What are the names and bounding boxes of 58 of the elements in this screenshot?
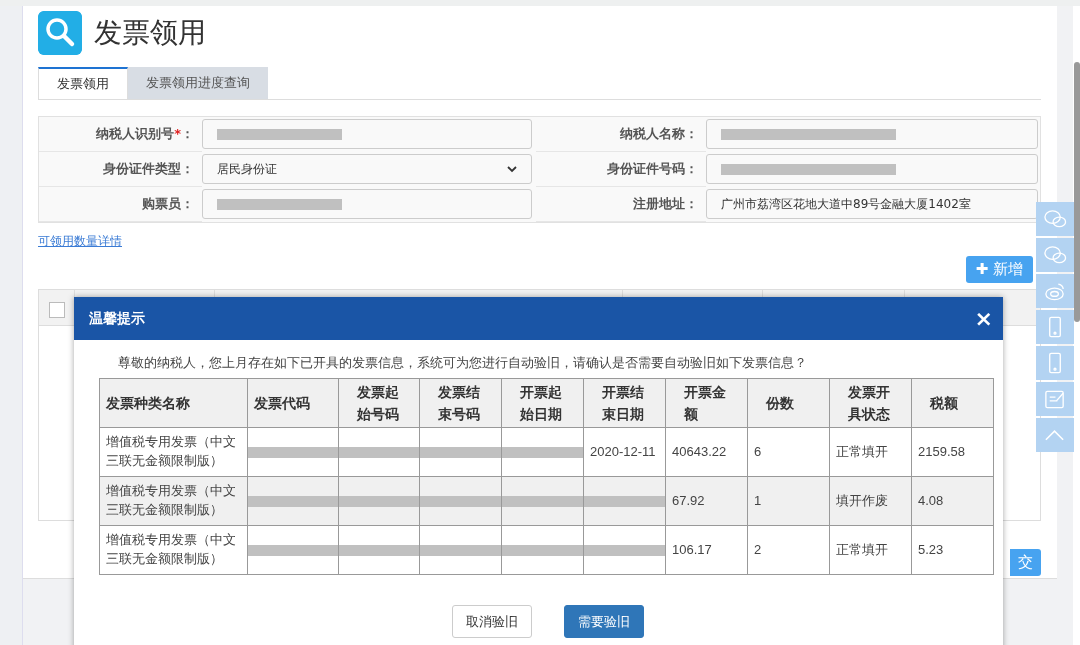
search-icon <box>38 11 82 55</box>
field-label: 注册地址： <box>633 195 698 213</box>
dialog-button[interactable]: 取消验旧 <box>452 605 532 638</box>
phone-icon[interactable] <box>1036 346 1074 380</box>
table-cell-text: 2159.58 <box>918 442 966 461</box>
page-title: 发票领用 <box>94 15 206 51</box>
field-label: 纳税人识别号*： <box>96 125 194 143</box>
column-header: 发票开具状态 <box>847 382 891 424</box>
table-cell-text: 填开作废 <box>836 491 889 510</box>
table-cell-text: 增值税专用发票（中文三联无金额限制版） <box>106 482 237 519</box>
dialog-button[interactable]: 需要验旧 <box>564 605 644 638</box>
table-cell-text: 67.92 <box>672 491 706 510</box>
phone-icon[interactable] <box>1036 310 1074 344</box>
table-cell-text: 6 <box>754 442 763 461</box>
input-field[interactable] <box>202 119 532 149</box>
field-label: 纳税人名称： <box>620 125 698 143</box>
note-icon[interactable] <box>1036 382 1074 416</box>
close-button[interactable]: × <box>974 307 993 330</box>
swirl-icon[interactable] <box>1036 274 1074 308</box>
input-field[interactable]: 广州市荔湾区花地大道中89号金融大厦1402室 <box>706 189 1038 219</box>
field-label: 身份证件号码： <box>607 160 698 178</box>
table-cell-text: 正常填开 <box>836 442 889 461</box>
table-cell-text: 增值税专用发票（中文三联无金额限制版） <box>106 531 237 568</box>
checkbox[interactable] <box>49 302 65 318</box>
tab[interactable]: 发票领用 <box>38 67 128 99</box>
column-header: 发票代码 <box>253 393 311 413</box>
table-cell-text: 1 <box>754 491 763 510</box>
chevron-down-icon <box>507 165 517 173</box>
column-header: 发票结束号码 <box>437 382 481 424</box>
table-cell-text: 增值税专用发票（中文三联无金额限制版） <box>106 433 237 470</box>
field-label: 购票员： <box>142 195 194 213</box>
scrollbar-thumb[interactable] <box>1074 62 1080 322</box>
table-cell-text: 106.17 <box>672 540 713 559</box>
table-cell-text: 5.23 <box>918 540 945 559</box>
table-cell-text: 2 <box>754 540 763 559</box>
column-header: 发票起始号码 <box>356 382 400 424</box>
table-cell-text: 2020-12-11 <box>590 442 657 461</box>
table-cell-text: 40643.22 <box>672 442 728 461</box>
chevron-up-icon[interactable] <box>1036 418 1074 452</box>
dialog-title: 温馨提示 <box>89 309 145 328</box>
chat-icon[interactable] <box>1036 202 1074 236</box>
column-header: 税额 <box>928 393 959 413</box>
input-field[interactable] <box>202 189 532 219</box>
table-cell-text: 4.08 <box>918 491 945 510</box>
chat-icon[interactable] <box>1036 238 1074 272</box>
select-field[interactable]: 居民身份证 <box>202 154 532 184</box>
field-label: 身份证件类型： <box>103 160 194 178</box>
input-field[interactable] <box>706 119 1038 149</box>
column-header: 开票金额 <box>683 382 727 424</box>
column-header: 开票起始日期 <box>519 382 563 424</box>
dialog-message: 尊敬的纳税人，您上月存在如下已开具的发票信息，系统可为您进行自动验旧，请确认是否需要自动验旧如下发票信息？ <box>118 354 808 372</box>
table-cell-text: 正常填开 <box>836 540 889 559</box>
tab[interactable]: 发票领用进度查询 <box>128 67 268 99</box>
column-header: 发票种类名称 <box>105 393 191 413</box>
column-header: 开票结束日期 <box>601 382 645 424</box>
input-field[interactable] <box>706 154 1038 184</box>
quota-link[interactable]: 可领用数量详情 <box>38 233 122 250</box>
column-header: 份数 <box>765 393 795 413</box>
